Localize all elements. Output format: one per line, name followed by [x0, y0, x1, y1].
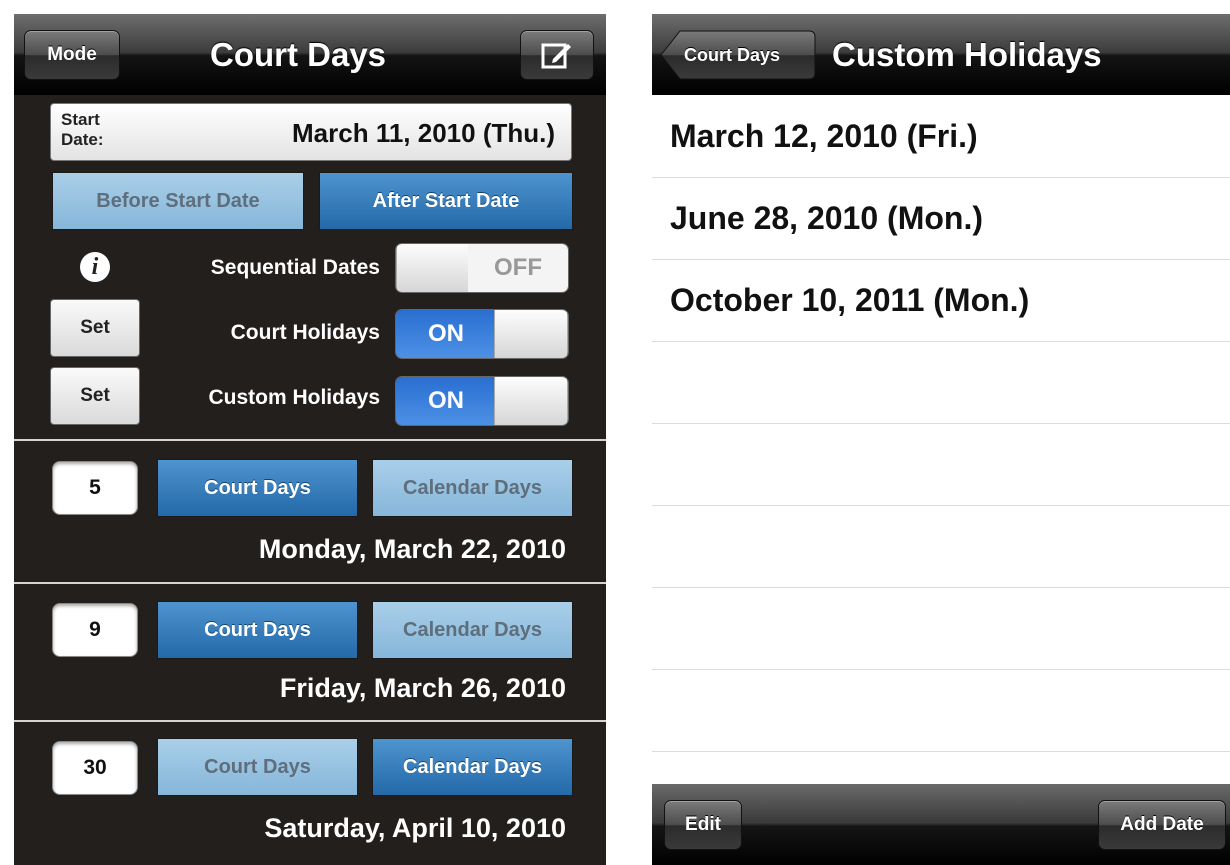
section-divider	[14, 439, 606, 441]
toggle-state: OFF	[468, 244, 568, 292]
toggle-state: ON	[396, 310, 496, 358]
calendar-days-segment[interactable]: Calendar Days	[372, 601, 573, 659]
days-count-input[interactable]: 9	[52, 603, 138, 657]
start-date-label: Start Date:	[61, 110, 104, 149]
sequential-dates-toggle[interactable]: OFF	[395, 243, 569, 293]
section-divider	[14, 720, 606, 722]
result-date: Monday, March 22, 2010	[258, 534, 566, 564]
list-item[interactable]: October 10, 2011 (Mon.)	[652, 260, 1230, 342]
back-button-label: Court Days	[684, 45, 781, 65]
toggle-knob	[494, 310, 568, 358]
after-start-date-segment[interactable]: After Start Date	[319, 172, 573, 230]
court-days-segment[interactable]: Court Days	[157, 459, 358, 517]
court-days-segment[interactable]: Court Days	[157, 601, 358, 659]
list-item[interactable]: March 12, 2010 (Fri.)	[652, 96, 1230, 178]
result-date: Saturday, April 10, 2010	[264, 813, 566, 843]
toggle-state: ON	[396, 377, 496, 425]
start-date-value: March 11, 2010 (Thu.)	[292, 118, 555, 148]
navigation-bar: Mode Court Days	[14, 14, 606, 95]
add-date-button[interactable]: Add Date	[1098, 800, 1226, 850]
set-court-holidays-button[interactable]: Set	[50, 299, 140, 357]
holiday-date: October 10, 2011 (Mon.)	[670, 282, 1030, 318]
section-divider	[14, 582, 606, 584]
compose-icon	[541, 43, 571, 69]
info-button[interactable]: i	[80, 252, 110, 282]
toggle-knob	[396, 244, 470, 292]
calendar-days-segment[interactable]: Calendar Days	[372, 459, 573, 517]
court-holidays-label: Court Holidays	[230, 321, 380, 344]
edit-button[interactable]	[520, 30, 594, 80]
result-date: Friday, March 26, 2010	[279, 673, 566, 703]
navigation-bar: Court Days Custom Holidays	[652, 14, 1230, 95]
mode-button[interactable]: Mode	[24, 30, 120, 80]
list-item[interactable]: June 28, 2010 (Mon.)	[652, 178, 1230, 260]
edit-list-button[interactable]: Edit	[664, 800, 742, 850]
court-days-segment[interactable]: Court Days	[157, 738, 358, 796]
page-title: Custom Holidays	[832, 36, 1102, 73]
toggle-knob	[494, 377, 568, 425]
custom-holidays-toggle[interactable]: ON	[395, 376, 569, 426]
info-icon: i	[91, 253, 99, 280]
days-count-input[interactable]: 5	[52, 461, 138, 515]
page-title: Court Days	[210, 36, 387, 73]
custom-holidays-screen: Court Days Custom Holidays March 12, 201…	[652, 14, 1230, 865]
holiday-date: March 12, 2010 (Fri.)	[670, 118, 978, 154]
court-holidays-toggle[interactable]: ON	[395, 309, 569, 359]
back-button[interactable]: Court Days	[660, 30, 816, 80]
holidays-list: March 12, 2010 (Fri.) June 28, 2010 (Mon…	[652, 96, 1230, 784]
bottom-toolbar: Edit Add Date	[652, 784, 1230, 865]
custom-holidays-label: Custom Holidays	[208, 386, 380, 409]
set-custom-holidays-button[interactable]: Set	[50, 367, 140, 425]
days-count-input[interactable]: 30	[52, 741, 138, 795]
before-start-date-segment[interactable]: Before Start Date	[52, 172, 304, 230]
court-days-screen: Mode Court Days Start Date: March 11, 20…	[14, 14, 606, 865]
calendar-days-segment[interactable]: Calendar Days	[372, 738, 573, 796]
holiday-date: June 28, 2010 (Mon.)	[670, 200, 983, 236]
sequential-dates-label: Sequential Dates	[210, 256, 380, 279]
start-date-field[interactable]: Start Date: March 11, 2010 (Thu.)	[50, 103, 572, 161]
